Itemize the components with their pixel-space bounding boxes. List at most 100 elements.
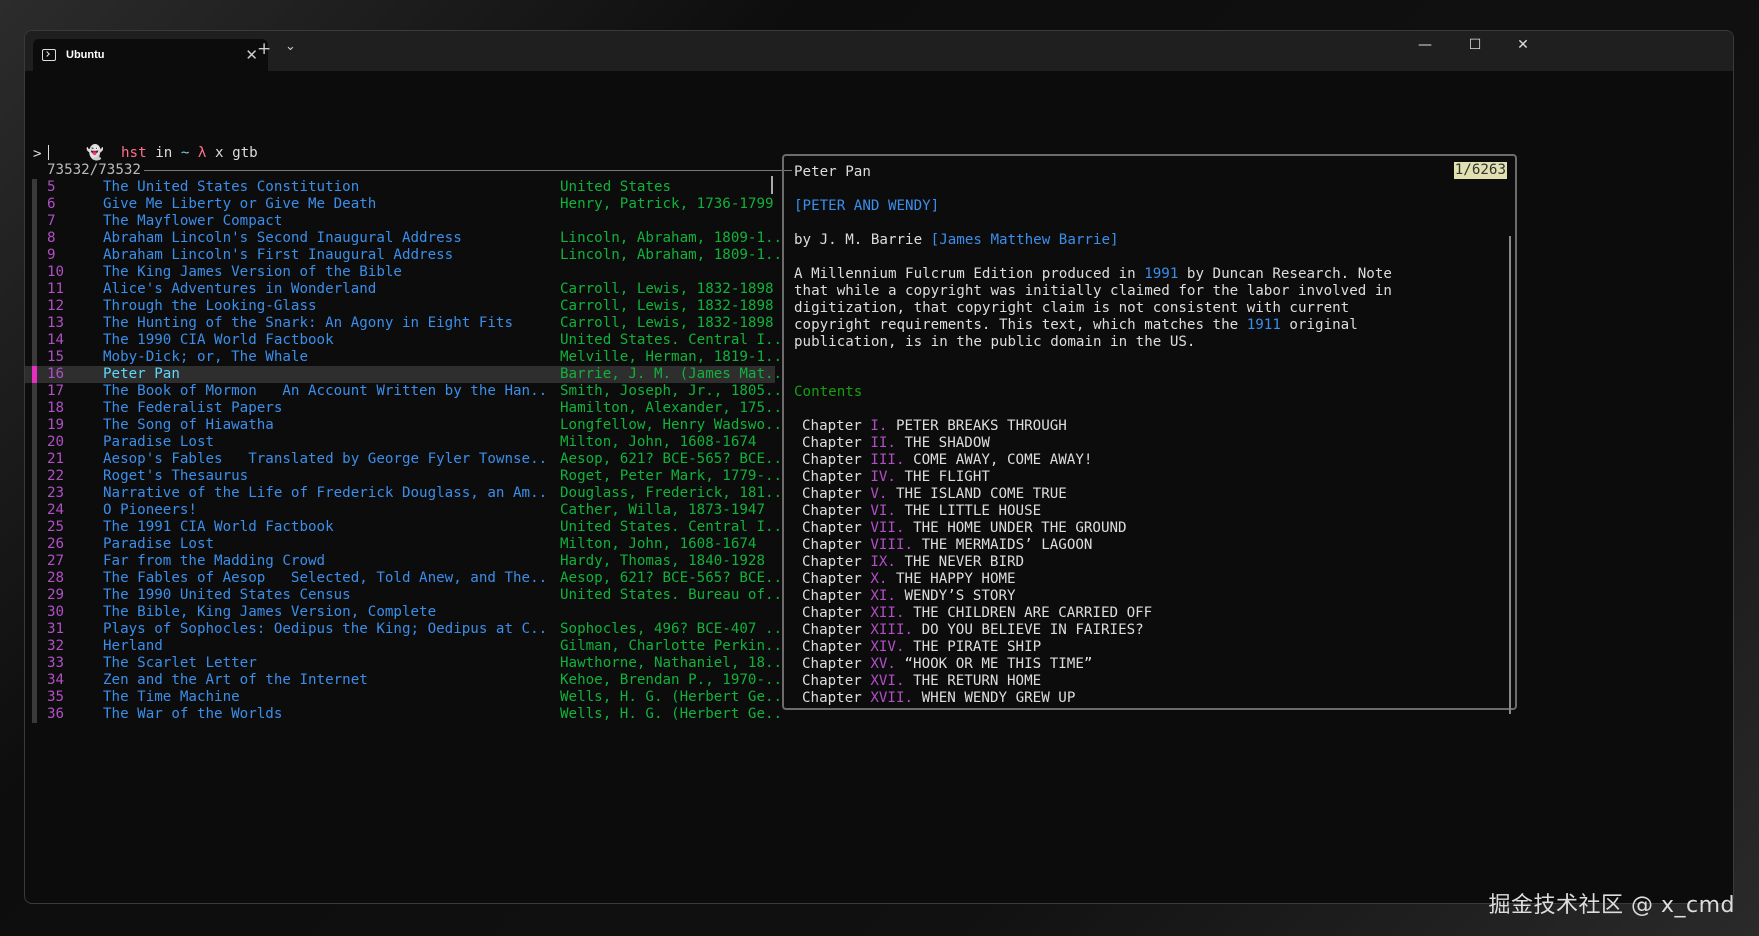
chapter-word: Chapter (802, 639, 862, 655)
book-row[interactable]: 23 Narrative of the Life of Frederick Dou… (25, 485, 782, 502)
chapter-title: THE HAPPY HOME (895, 571, 1016, 587)
paragraph-text: digitization, that copyright claim is no… (794, 300, 1350, 316)
year-link: 1991 (1144, 266, 1179, 282)
chapter-title: WENDY’S STORY (904, 588, 1016, 604)
tab-ubuntu[interactable]: Ubuntu ✕ (33, 39, 268, 71)
chapter-title: THE CHILDREN ARE CARRIED OFF (913, 605, 1153, 621)
chapter-title: PETER BREAKS THROUGH (895, 418, 1067, 434)
book-row[interactable]: 21 Aesop's Fables Translated by George Fy… (25, 451, 782, 468)
book-row[interactable]: 11 Alice's Adventures in Wonderland Carrol… (25, 281, 775, 298)
chapter-item: Chapter XII. THE CHILDREN ARE CARRIED OF… (802, 605, 1152, 622)
minimize-button[interactable]: — (1415, 37, 1435, 53)
book-row[interactable]: 15 Moby-Dick; or, The Whale Melville, Herm… (25, 349, 782, 366)
preview-scrollbar[interactable] (1509, 236, 1511, 714)
row-number: 19 (47, 417, 65, 433)
book-row[interactable]: 29 The 1990 United States Census United St… (25, 587, 782, 604)
book-row[interactable]: 35 The Time Machine Wells, H. G. (Herbert … (25, 689, 782, 706)
book-row[interactable]: 33 The Scarlet Letter Hawthorne, Nathaniel… (25, 655, 782, 672)
row-number: 24 (47, 502, 65, 518)
book-row[interactable]: 14 The 1990 CIA World Factbook United Stat… (25, 332, 782, 349)
book-row[interactable]: 28 The Fables of Aesop Selected, Told Ane… (25, 570, 782, 587)
book-row[interactable]: 7 The Mayflower Compact (25, 213, 775, 230)
book-row[interactable]: 26 Paradise Lost Milton, John, 1608-1674 (25, 536, 775, 553)
book-row[interactable]: 6 Give Me Liberty or Give Me Death Henry, … (25, 196, 775, 213)
row-number: 9 (47, 247, 56, 263)
book-row[interactable]: 30 The Bible, King James Version, Complet… (25, 604, 775, 621)
row-author: Lincoln, Abraham, 1809-1.. (560, 247, 783, 263)
row-author: Aesop, 621? BCE-565? BCE.. (560, 570, 783, 586)
search-input[interactable]: > (33, 145, 49, 163)
row-title: The War of the Worlds (103, 706, 283, 722)
book-row[interactable]: 22 Roget's Thesaurus Roget, Peter Mark, 17… (25, 468, 782, 485)
chapter-title: THE SHADOW (904, 435, 990, 451)
chapter-item: Chapter XIII. DO YOU BELIEVE IN FAIRIES? (802, 622, 1144, 639)
row-title: Zen and the Art of the Internet (103, 672, 368, 688)
chapter-numeral: VI. (870, 503, 896, 519)
chapter-item: Chapter III. COME AWAY, COME AWAY! (802, 452, 1092, 469)
paragraph-line: publication, is in the public domain in … (794, 334, 1195, 351)
row-title: The Bible, King James Version, Complete (103, 604, 437, 620)
row-number: 28 (47, 570, 65, 586)
row-title: Aesop's Fables Translated by George Fyle… (103, 451, 548, 467)
chapter-title: THE NEVER BIRD (904, 554, 1025, 570)
row-title: The King James Version of the Bible (103, 264, 402, 280)
book-row[interactable]: 27 Far from the Madding Crowd Hardy, Thoma… (25, 553, 775, 570)
chapter-title: THE FLIGHT (904, 469, 990, 485)
book-row[interactable]: 12 Through the Looking-Glass Carroll, Lewi… (25, 298, 775, 315)
paragraph-text: A Millennium Fulcrum Edition produced in (794, 266, 1145, 282)
book-row[interactable]: 31 Plays of Sophocles: Oedipus the King; … (25, 621, 782, 638)
book-row[interactable]: 20 Paradise Lost Milton, John, 1608-1674 (25, 434, 775, 451)
chapter-item: Chapter VI. THE LITTLE HOUSE (802, 503, 1041, 520)
prompt-lambda: λ (197, 145, 207, 161)
book-row[interactable]: 34 Zen and the Art of the Internet Kehoe, … (25, 672, 782, 689)
prompt-in: in (155, 145, 173, 161)
chapter-word: Chapter (802, 656, 862, 672)
book-row[interactable]: 5 The United States Constitution United St… (25, 179, 775, 196)
row-title: Paradise Lost (103, 536, 215, 552)
book-row[interactable]: 25 The 1991 CIA World Factbook United Stat… (25, 519, 782, 536)
chapter-numeral: IX. (870, 554, 896, 570)
row-author: Longfellow, Henry Wadswo.. (560, 417, 783, 433)
chapter-word: Chapter (802, 605, 862, 621)
prompt-dir: ~ (180, 145, 190, 161)
maximize-button[interactable]: ☐ (1465, 37, 1485, 53)
book-row[interactable]: 24 O Pioneers! Cather, Willa, 1873-1947 (25, 502, 775, 519)
chapter-title: WHEN WENDY GREW UP (921, 690, 1076, 706)
chapter-numeral: XV. (870, 656, 896, 672)
prompt-command: x gtb (215, 145, 258, 161)
book-row[interactable]: 16 Peter Pan Barrie, J. M. (James Mat.. (25, 366, 782, 383)
book-row[interactable]: 18 The Federalist Papers Hamilton, Alexand… (25, 400, 782, 417)
chapter-title: DO YOU BELIEVE IN FAIRIES? (921, 622, 1144, 638)
row-author: Lincoln, Abraham, 1809-1.. (560, 230, 783, 246)
row-author: Hawthorne, Nathaniel, 18.. (560, 655, 783, 671)
chapter-title: THE PIRATE SHIP (913, 639, 1042, 655)
row-number: 35 (47, 689, 65, 705)
chapter-title: COME AWAY, COME AWAY! (913, 452, 1093, 468)
row-author: Cather, Willa, 1873-1947 (560, 502, 765, 518)
tab-dropdown-button[interactable]: ⌄ (285, 39, 296, 54)
book-row[interactable]: 10 The King James Version of the Bible (25, 264, 775, 281)
chapter-item: Chapter X. THE HAPPY HOME (802, 571, 1016, 588)
paragraph-line: that while a copyright was initially cla… (794, 283, 1392, 300)
byline-prefix: by J. M. Barrie (794, 232, 931, 248)
chapter-numeral: III. (870, 452, 905, 468)
book-row[interactable]: 19 The Song of Hiawatha Longfellow, Henry … (25, 417, 782, 434)
preview-position-badge: 1/6263 (1453, 162, 1507, 179)
terminal-content[interactable]: 👻 hst in ~ λ x gtb > 73532/73532 5 The Un… (25, 71, 1733, 903)
chapter-word: Chapter (802, 554, 862, 570)
row-author: United States. Central I.. (560, 519, 783, 535)
row-author: Smith, Joseph, Jr., 1805.. (560, 383, 783, 399)
row-author: Aesop, 621? BCE-565? BCE.. (560, 451, 783, 467)
book-row[interactable]: 32 Herland Gilman, Charlotte Perkin.. (25, 638, 782, 655)
row-number: 13 (47, 315, 65, 331)
close-button[interactable]: ✕ (1513, 37, 1533, 53)
book-row[interactable]: 17 The Book of Mormon An Account Written … (25, 383, 782, 400)
new-tab-button[interactable]: + (257, 39, 271, 59)
row-author: Hardy, Thomas, 1840-1928 (560, 553, 765, 569)
book-row[interactable]: 13 The Hunting of the Snark: An Agony in … (25, 315, 775, 332)
book-row[interactable]: 9 Abraham Lincoln's First Inaugural Addre… (25, 247, 782, 264)
row-number: 27 (47, 553, 65, 569)
book-row[interactable]: 8 Abraham Lincoln's Second Inaugural Addr… (25, 230, 782, 247)
row-number: 31 (47, 621, 65, 637)
book-row[interactable]: 36 The War of the Worlds Wells, H. G. (Her… (25, 706, 782, 723)
